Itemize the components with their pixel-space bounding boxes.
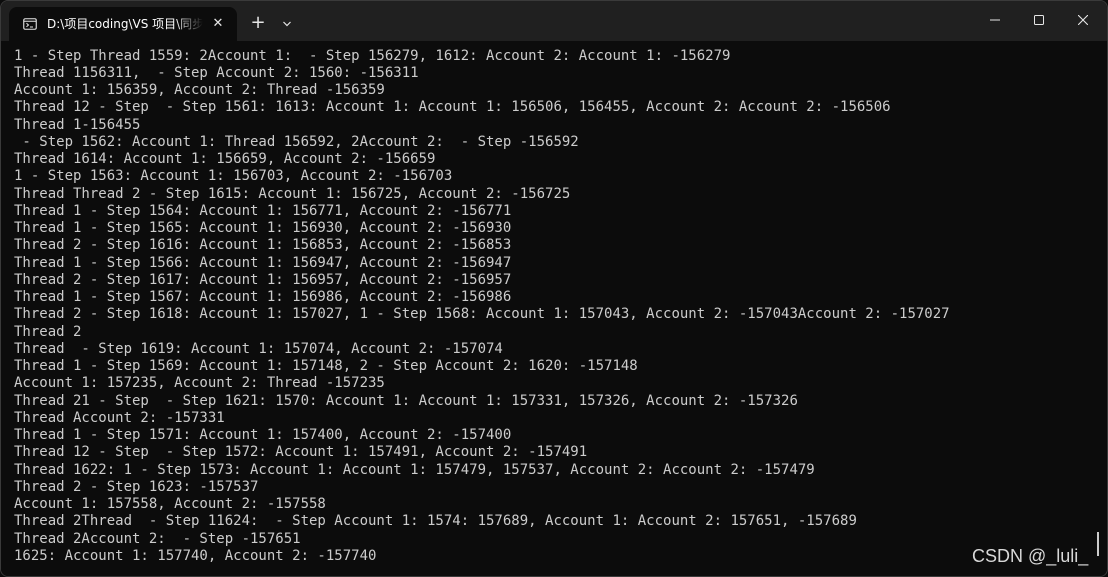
tab-close-icon[interactable]: ✕ — [209, 15, 227, 33]
console-line: Thread 1 - Step 1567: Account 1: 156986,… — [14, 289, 512, 305]
title-bar[interactable]: D:\项目coding\VS 项目\同步机制\x64\Debug\同步.exe … — [1, 1, 1107, 41]
console-line: Thread 1 - Step 1571: Account 1: 157400,… — [14, 427, 512, 443]
console-line: 1625: Account 1: 157740, Account 2: -157… — [14, 548, 377, 564]
maximize-icon — [1034, 15, 1044, 25]
console-line: Thread 2Account 2: - Step -157651 — [14, 531, 301, 547]
close-icon — [1078, 15, 1088, 25]
console-line: Thread 2Thread - Step 11624: - Step Acco… — [14, 513, 857, 529]
scrollbar[interactable] — [1101, 41, 1107, 576]
console-line: Thread 2 - Step 1616: Account 1: 156853,… — [14, 237, 512, 253]
terminal-icon — [23, 18, 37, 30]
console-line: Thread 2 - Step 1623: -157537 — [14, 479, 259, 495]
chevron-down-icon — [283, 21, 291, 27]
tab-dropdown-button[interactable] — [277, 13, 297, 35]
tab-title: D:\项目coding\VS 项目\同步机制\x64\Debug\同步.exe — [47, 17, 203, 31]
console-line: Account 1: 157235, Account 2: Thread -15… — [14, 375, 385, 391]
console-line: 1 - Step Thread 1559: 2Account 1: - Step… — [14, 48, 731, 64]
console-line: Thread 2 — [14, 324, 82, 340]
console-line: Thread 1 - Step 1565: Account 1: 156930,… — [14, 220, 512, 236]
console-line: Thread 1-156455 — [14, 117, 141, 133]
minimize-icon — [990, 19, 1000, 21]
console-line: Thread 2 - Step 1617: Account 1: 156957,… — [14, 272, 512, 288]
close-button[interactable] — [1061, 1, 1105, 41]
console-line: Thread Account 2: -157331 — [14, 410, 225, 426]
console-line: Thread 1 - Step 1564: Account 1: 156771,… — [14, 203, 512, 219]
terminal-window: D:\项目coding\VS 项目\同步机制\x64\Debug\同步.exe … — [0, 0, 1108, 577]
tab-console[interactable]: D:\项目coding\VS 项目\同步机制\x64\Debug\同步.exe … — [9, 7, 237, 41]
minimize-button[interactable] — [973, 1, 1017, 41]
console-line: Thread 12 - Step - Step 1561: 1613: Acco… — [14, 99, 891, 115]
console-line: Account 1: 156359, Account 2: Thread -15… — [14, 82, 385, 98]
console-line: Thread 1 - Step 1566: Account 1: 156947,… — [14, 255, 512, 271]
console-line: Thread 1622: 1 - Step 1573: Account 1: A… — [14, 462, 815, 478]
console-line: Thread 1614: Account 1: 156659, Account … — [14, 151, 436, 167]
console-line: Thread 1 - Step 1569: Account 1: 157148,… — [14, 358, 638, 374]
console-line: Thread - Step 1619: Account 1: 157074, A… — [14, 341, 503, 357]
console-line: Account 1: 157558, Account 2: -157558 — [14, 496, 326, 512]
watermark: CSDN @_luli_ — [972, 546, 1089, 566]
console-line: Thread 21 - Step - Step 1621: 1570: Acco… — [14, 393, 798, 409]
maximize-button[interactable] — [1017, 1, 1061, 41]
console-line: Thread 1156311, - Step Account 2: 1560: … — [14, 65, 419, 81]
text-cursor — [1097, 532, 1099, 556]
console-output[interactable]: 1 - Step Thread 1559: 2Account 1: - Step… — [1, 41, 1101, 576]
console-line: 1 - Step 1563: Account 1: 156703, Accoun… — [14, 168, 453, 184]
new-tab-button[interactable]: + — [247, 13, 269, 35]
console-line: - Step 1562: Account 1: Thread 156592, 2… — [14, 134, 579, 150]
console-line: Thread 2 - Step 1618: Account 1: 157027,… — [14, 306, 950, 322]
console-line: Thread Thread 2 - Step 1615: Account 1: … — [14, 186, 571, 202]
console-line: Thread 12 - Step - Step 1572: Account 1:… — [14, 444, 588, 460]
